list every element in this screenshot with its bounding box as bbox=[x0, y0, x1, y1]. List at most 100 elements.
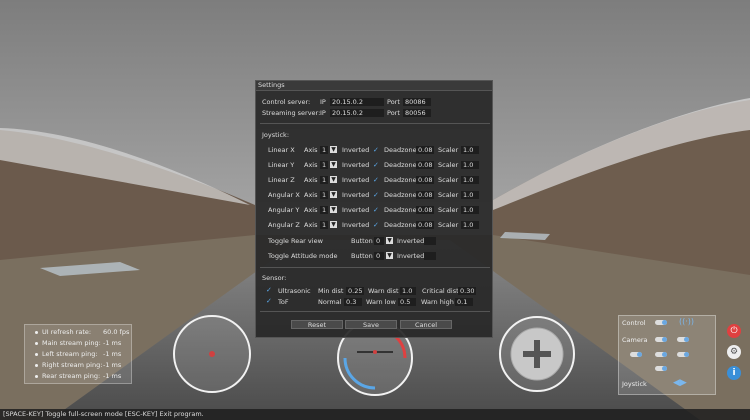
inverted-checkbox[interactable]: ✓ bbox=[373, 147, 379, 154]
joystick-section-label: Joystick: bbox=[262, 131, 290, 139]
chevron-down-icon[interactable]: ▼ bbox=[386, 252, 393, 259]
control-toggle[interactable] bbox=[655, 320, 667, 325]
chevron-down-icon[interactable]: ▼ bbox=[330, 206, 337, 213]
axis-index-field[interactable]: 1 bbox=[320, 176, 328, 184]
scaler-field[interactable]: 1.0 bbox=[461, 206, 479, 214]
chevron-down-icon[interactable]: ▼ bbox=[330, 146, 337, 153]
inverted-label: Inverted bbox=[342, 146, 370, 154]
control-ip-field[interactable]: 20.15.0.2 bbox=[330, 98, 384, 106]
control-port-field[interactable]: 80086 bbox=[403, 98, 431, 106]
critical-dist-label: Critical dist bbox=[422, 287, 459, 295]
wifi-icon: ((·)) bbox=[679, 317, 695, 326]
warn-high-label: Warn high bbox=[421, 298, 454, 306]
inverted-checkbox[interactable]: ✓ bbox=[373, 222, 379, 229]
stat-value: -1 ms bbox=[103, 372, 122, 380]
right-joystick-gauge bbox=[499, 316, 575, 392]
deadzone-label: Deadzone bbox=[384, 191, 417, 199]
inverted-label: Inverted bbox=[342, 191, 370, 199]
inverted-label: Inverted bbox=[397, 237, 425, 245]
deadzone-label: Deadzone bbox=[384, 206, 417, 214]
scaler-label: Scaler bbox=[438, 161, 459, 169]
tof-checkbox[interactable]: ✓ bbox=[266, 298, 272, 305]
scaler-field[interactable]: 1.0 bbox=[461, 221, 479, 229]
warn-high-field[interactable]: 0.1 bbox=[455, 298, 473, 306]
stat-label: Rear stream ping: bbox=[42, 372, 101, 380]
stat-value: -1 ms bbox=[103, 361, 122, 369]
deadzone-field[interactable]: 0.08 bbox=[416, 176, 434, 184]
scaler-field[interactable]: 1.0 bbox=[461, 191, 479, 199]
axis-label: Axis bbox=[304, 206, 318, 214]
deadzone-field[interactable]: 0.08 bbox=[416, 221, 434, 229]
button-label: Button bbox=[351, 252, 373, 260]
info-icon[interactable]: i bbox=[727, 366, 741, 380]
ip-label: IP bbox=[320, 109, 326, 117]
streaming-ip-field[interactable]: 20.15.0.2 bbox=[330, 109, 384, 117]
stat-row: Rear stream ping: -1 ms bbox=[35, 372, 121, 380]
min-dist-field[interactable]: 0.25 bbox=[346, 287, 364, 295]
camera-toggle-3[interactable] bbox=[630, 352, 642, 357]
joystick-arrows-icon: ◀▶ bbox=[673, 378, 687, 388]
deadzone-field[interactable]: 0.08 bbox=[416, 191, 434, 199]
axis-name-label: Linear Z bbox=[268, 176, 295, 184]
save-button[interactable]: Save bbox=[345, 320, 397, 329]
power-icon[interactable]: ⏻ bbox=[727, 324, 741, 338]
warn-low-field[interactable]: 0.5 bbox=[398, 298, 416, 306]
chevron-down-icon[interactable]: ▼ bbox=[330, 191, 337, 198]
scaler-label: Scaler bbox=[438, 191, 459, 199]
chevron-down-icon[interactable]: ▼ bbox=[330, 176, 337, 183]
streaming-port-field[interactable]: 80056 bbox=[403, 109, 431, 117]
control-panel: Control ((·)) Camera Joystick ◀▶ bbox=[618, 315, 716, 395]
settings-gear-icon[interactable]: ⚙ bbox=[727, 345, 741, 359]
chevron-down-icon[interactable]: ▼ bbox=[386, 237, 393, 244]
streaming-server-label: Streaming server: bbox=[262, 109, 321, 117]
inverted-checkbox[interactable]: ✓ bbox=[373, 177, 379, 184]
divider bbox=[260, 267, 490, 268]
inverted-label: Inverted bbox=[342, 161, 370, 169]
toggle-attitude-label: Toggle Attitude mode bbox=[268, 252, 338, 260]
axis-index-field[interactable]: 1 bbox=[320, 206, 328, 214]
camera-toggle-1[interactable] bbox=[655, 337, 667, 342]
camera-toggle-4[interactable] bbox=[655, 352, 667, 357]
deadzone-field[interactable]: 0.08 bbox=[416, 146, 434, 154]
axis-index-field[interactable]: 1 bbox=[320, 221, 328, 229]
axis-name-label: Linear X bbox=[268, 146, 295, 154]
toggle-rear-view-label: Toggle Rear view bbox=[268, 237, 323, 245]
inverted-checkbox[interactable]: ✓ bbox=[373, 162, 379, 169]
inverted-field[interactable] bbox=[424, 252, 436, 260]
inverted-field[interactable] bbox=[424, 237, 436, 245]
bullet-icon bbox=[35, 352, 38, 356]
scaler-field[interactable]: 1.0 bbox=[461, 161, 479, 169]
scaler-field[interactable]: 1.0 bbox=[461, 146, 479, 154]
camera-toggle-2[interactable] bbox=[677, 337, 689, 342]
camera-toggle-5[interactable] bbox=[677, 352, 689, 357]
attitude-button-field[interactable]: 0 bbox=[374, 252, 384, 260]
ip-label: IP bbox=[320, 98, 326, 106]
axis-name-label: Angular Y bbox=[268, 206, 300, 214]
ultrasonic-checkbox[interactable]: ✓ bbox=[266, 287, 272, 294]
control-server-label: Control server: bbox=[262, 98, 311, 106]
inverted-checkbox[interactable]: ✓ bbox=[373, 207, 379, 214]
sensor-section-label: Sensor: bbox=[262, 274, 287, 282]
deadzone-field[interactable]: 0.08 bbox=[416, 206, 434, 214]
scaler-field[interactable]: 1.0 bbox=[461, 176, 479, 184]
reset-button[interactable]: Reset bbox=[291, 320, 343, 329]
chevron-down-icon[interactable]: ▼ bbox=[330, 221, 337, 228]
inverted-checkbox[interactable]: ✓ bbox=[373, 192, 379, 199]
deadzone-field[interactable]: 0.08 bbox=[416, 161, 434, 169]
critical-dist-field[interactable]: 0.30 bbox=[458, 287, 476, 295]
camera-toggle-6[interactable] bbox=[655, 366, 667, 371]
chevron-down-icon[interactable]: ▼ bbox=[330, 161, 337, 168]
stat-value: 60.0 fps bbox=[103, 328, 130, 336]
axis-index-field[interactable]: 1 bbox=[320, 161, 328, 169]
axis-index-field[interactable]: 1 bbox=[320, 191, 328, 199]
rear-view-button-field[interactable]: 0 bbox=[374, 237, 384, 245]
inverted-label: Inverted bbox=[397, 252, 425, 260]
dialog-title: Settings bbox=[256, 81, 492, 91]
bullet-icon bbox=[35, 363, 38, 367]
axis-index-field[interactable]: 1 bbox=[320, 146, 328, 154]
normal-field[interactable]: 0.3 bbox=[344, 298, 362, 306]
cancel-button[interactable]: Cancel bbox=[400, 320, 452, 329]
warn-dist-field[interactable]: 1.0 bbox=[400, 287, 416, 295]
inverted-label: Inverted bbox=[342, 176, 370, 184]
control-label: Control bbox=[622, 319, 646, 327]
